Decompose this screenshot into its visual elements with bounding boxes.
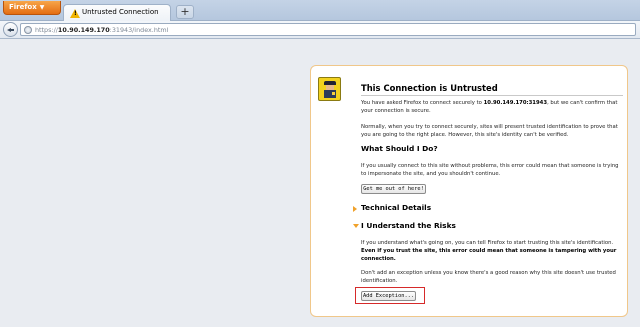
- risks-warning-text: Even if you trust the site, this error c…: [361, 248, 617, 262]
- warning-icon: [70, 9, 80, 18]
- untrusted-connection-panel: This Connection is Untrusted You have as…: [310, 65, 628, 317]
- tab-untrusted-connection[interactable]: Untrusted Connection: [63, 4, 171, 21]
- intro-host: 10.90.149.170:31943: [483, 100, 548, 106]
- risks-paragraph: If you understand what's going on, you c…: [361, 239, 623, 263]
- understand-risks-heading[interactable]: I Understand the Risks: [361, 221, 456, 230]
- what-should-i-do-text: If you usually connect to this site with…: [361, 163, 619, 177]
- intro-prefix: You have asked Firefox to connect secure…: [361, 100, 484, 106]
- technical-details-heading[interactable]: Technical Details: [361, 203, 431, 212]
- title-divider: [361, 95, 623, 96]
- url-text: https://10.90.149.170:31943/index.html: [35, 25, 168, 35]
- firefox-menu-label: Firefox: [9, 3, 37, 11]
- page-title: This Connection is Untrusted: [361, 83, 498, 93]
- navigation-bar: https://10.90.149.170:31943/index.html: [0, 21, 640, 39]
- what-should-i-do-heading: What Should I Do?: [361, 144, 438, 153]
- risks-text: If you understand what's going on, you c…: [361, 240, 614, 246]
- exception-advice-paragraph: Don't add an exception unless you know t…: [361, 270, 616, 284]
- chevron-right-icon[interactable]: [353, 206, 357, 212]
- url-bar[interactable]: https://10.90.149.170:31943/index.html: [20, 23, 636, 36]
- tab-title: Untrusted Connection: [82, 8, 159, 16]
- site-identity-icon[interactable]: [24, 26, 32, 34]
- url-scheme: https://: [35, 26, 58, 34]
- back-button[interactable]: [3, 22, 18, 37]
- policeman-certificate-icon: [318, 77, 341, 101]
- title-bar: Firefox▼ Untrusted Connection +: [0, 0, 640, 21]
- get-me-out-button[interactable]: Get me out of here!: [361, 184, 426, 194]
- firefox-menu-button[interactable]: Firefox ▼: [3, 1, 61, 15]
- chevron-down-icon[interactable]: [353, 224, 359, 228]
- new-tab-button[interactable]: +: [176, 5, 194, 19]
- intro-paragraph: You have asked Firefox to connect secure…: [361, 99, 623, 115]
- url-host: 10.90.149.170: [57, 26, 110, 34]
- explanation-paragraph: Normally, when you try to connect secure…: [361, 124, 618, 138]
- add-exception-highlight: [355, 287, 425, 304]
- url-path: :31943/index.html: [109, 26, 169, 34]
- chevron-down-icon: ▼: [39, 4, 45, 11]
